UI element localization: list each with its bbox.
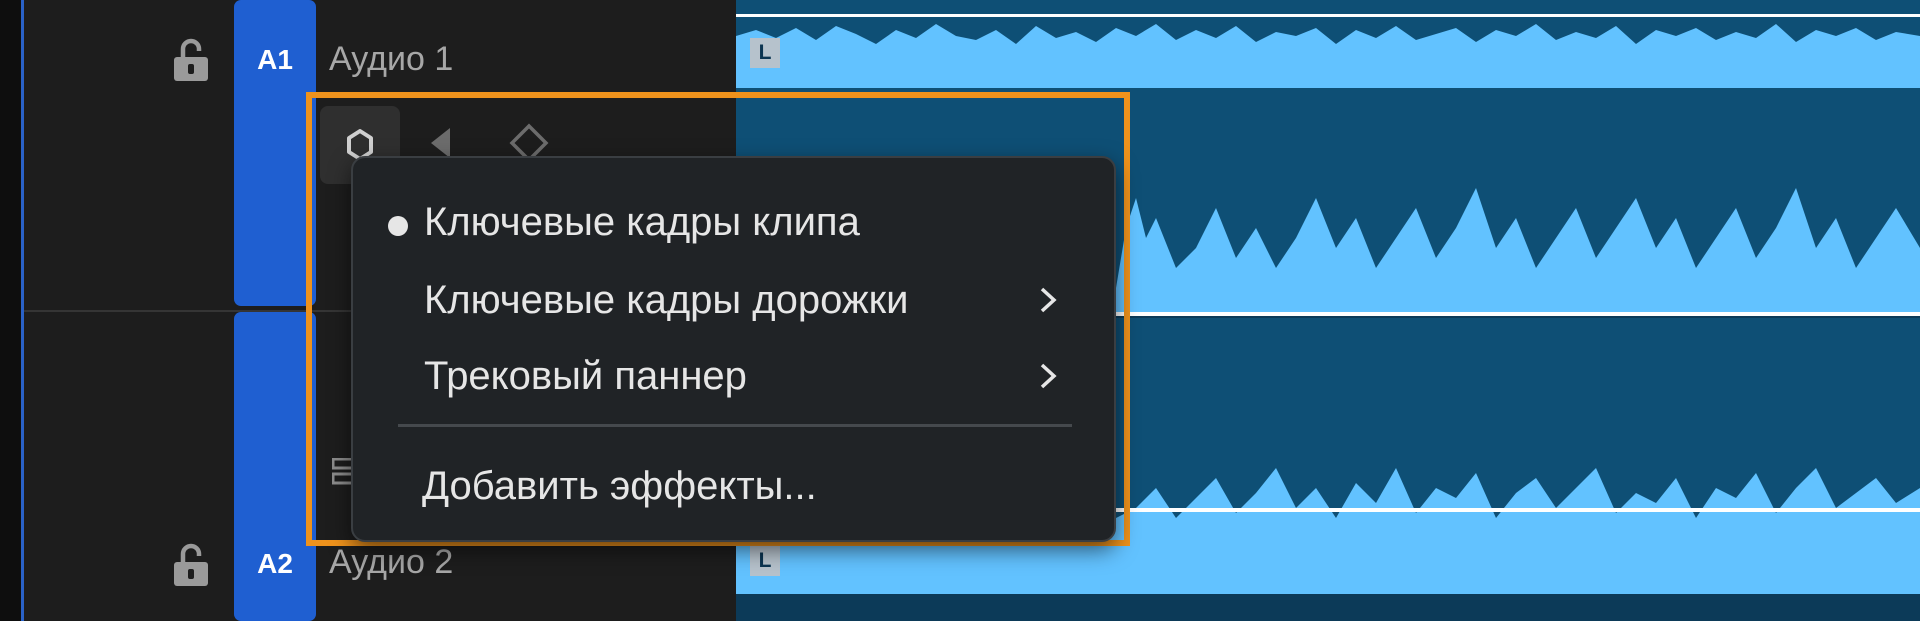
menu-item-add-effects[interactable]: Добавить эффекты... xyxy=(353,454,1114,516)
menu-item-label: Ключевые кадры клипа xyxy=(424,200,860,244)
checkmark-dot-icon xyxy=(388,216,408,236)
track-lock-icon[interactable] xyxy=(171,543,211,587)
menu-item-label: Трековый паннер xyxy=(424,354,747,398)
menu-item-label: Ключевые кадры дорожки xyxy=(424,278,909,322)
track-id-label: A1 xyxy=(257,44,293,75)
audio-waveform xyxy=(736,0,1920,88)
menu-item-track-panner[interactable]: Трековый паннер xyxy=(353,344,1114,406)
track-id-label: A2 xyxy=(257,548,293,579)
channel-label: L xyxy=(750,38,780,68)
track-name-label[interactable]: Аудио 1 xyxy=(329,40,453,79)
menu-item-clip-keyframes[interactable]: Ключевые кадры клипа xyxy=(353,190,1114,252)
chevron-right-icon xyxy=(1036,283,1060,317)
chevron-right-icon xyxy=(1036,359,1060,393)
menu-item-track-keyframes[interactable]: Ключевые кадры дорожки xyxy=(353,268,1114,330)
keyframes-context-menu: Ключевые кадры клипа Ключевые кадры доро… xyxy=(351,156,1116,542)
track-lock-icon[interactable] xyxy=(171,38,211,82)
menu-separator xyxy=(398,424,1072,427)
unlock-icon xyxy=(174,38,208,81)
menu-item-label: Добавить эффекты... xyxy=(422,464,817,508)
channel-label: L xyxy=(750,546,780,576)
track-name-label[interactable]: Аудио 2 xyxy=(329,543,453,582)
audio-clip[interactable]: L xyxy=(736,0,1920,88)
unlock-icon xyxy=(174,543,208,586)
